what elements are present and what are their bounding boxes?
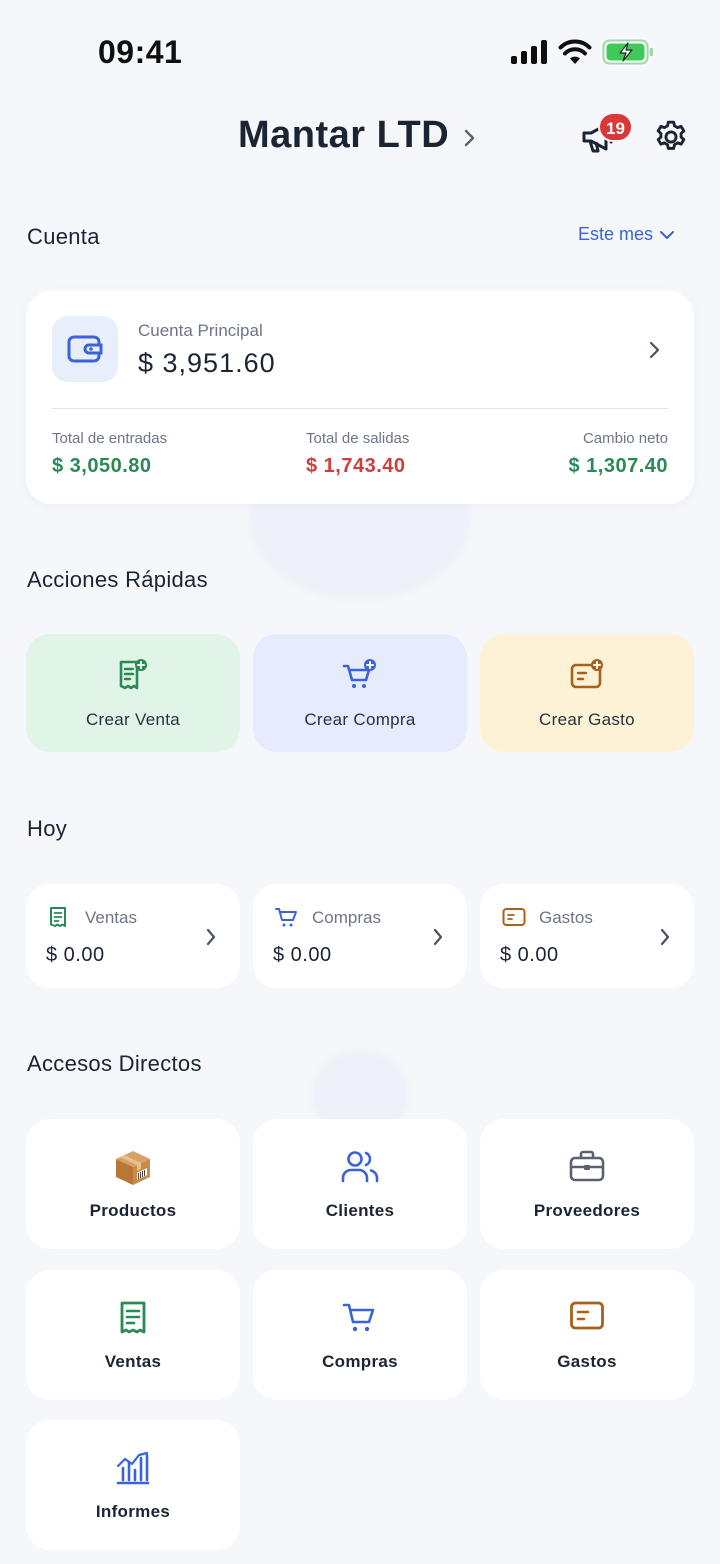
receipt-icon (120, 1301, 146, 1334)
shortcut-proveedores[interactable]: Proveedores (480, 1119, 694, 1249)
wifi-icon (558, 39, 592, 64)
section-title-accesos: Accesos Directos (27, 1051, 202, 1076)
chevron-right-icon (206, 928, 216, 946)
package-icon (116, 1151, 150, 1185)
shortcut-ventas-label: Ventas (104, 1352, 162, 1371)
status-bar: 09:41 (0, 0, 720, 100)
section-title-acciones: Acciones Rápidas (27, 567, 208, 592)
chart-icon (116, 1451, 150, 1485)
shortcut-proveedores-label: Proveedores (533, 1201, 641, 1220)
account-balance: $ 3,951.60 (138, 348, 276, 378)
receipt-icon (50, 907, 66, 927)
cellular-signal-icon (511, 40, 547, 64)
stat-value: $ 3,050.80 (52, 455, 152, 477)
today-sales-value: $ 0.00 (46, 944, 105, 966)
period-label: Este mes (578, 224, 654, 244)
notification-badge: 19 (598, 112, 633, 142)
shortcut-compras[interactable]: Compras (253, 1270, 467, 1400)
account-name: Cuenta Principal (138, 321, 263, 340)
receipt-plus-icon (119, 659, 147, 690)
shortcut-informes-label: Informes (95, 1502, 171, 1521)
shortcut-gastos[interactable]: Gastos (480, 1270, 694, 1400)
today-sales-label: Ventas (85, 908, 137, 927)
create-purchase-label: Crear Compra (304, 710, 416, 729)
account-card[interactable]: Cuenta Principal $ 3,951.60 Total de ent… (26, 290, 694, 504)
chevron-right-icon (433, 928, 443, 946)
today-expenses-label: Gastos (539, 908, 593, 927)
stat-label: Total de entradas (52, 430, 168, 447)
create-sale-label: Crear Venta (85, 710, 181, 729)
today-expenses-card[interactable]: Gastos $ 0.00 (480, 884, 694, 988)
create-purchase-button[interactable]: Crear Compra (253, 634, 467, 752)
today-purchases-value: $ 0.00 (273, 944, 332, 966)
create-expense-label: Crear Gasto (539, 710, 635, 729)
section-title-hoy: Hoy (27, 816, 68, 841)
company-name[interactable]: Mantar LTD (238, 114, 449, 157)
today-expenses-value: $ 0.00 (500, 944, 559, 966)
gear-icon[interactable] (652, 118, 690, 156)
shortcut-ventas[interactable]: Ventas (26, 1270, 240, 1400)
create-sale-button[interactable]: Crear Venta (26, 634, 240, 752)
cart-icon (342, 1303, 375, 1332)
today-purchases-card[interactable]: Compras $ 0.00 (253, 884, 467, 988)
home-screen: 09:41 Mantar LTD 19 Cuenta Este mes Cuen… (0, 0, 720, 1564)
stat-label: Total de salidas (306, 430, 410, 447)
stat-cambio-neto: Cambio neto $ 1,307.40 (568, 430, 668, 478)
chevron-right-icon (649, 341, 660, 359)
expense-plus-icon (570, 659, 603, 689)
battery-charging-icon (602, 39, 653, 65)
stat-total-entradas: Total de entradas $ 3,050.80 (52, 430, 167, 478)
shortcut-informes[interactable]: Informes (26, 1420, 240, 1550)
section-title-cuenta: Cuenta (27, 224, 100, 249)
wallet-icon (67, 335, 103, 363)
status-time: 09:41 (98, 34, 183, 70)
shortcut-compras-label: Compras (322, 1352, 398, 1371)
period-selector[interactable]: Este mes (578, 224, 675, 245)
wallet-icon-box (52, 316, 118, 382)
chevron-down-icon (660, 230, 675, 239)
chevron-right-icon[interactable] (460, 126, 480, 150)
stat-value: $ 1,307.40 (568, 455, 668, 477)
expense-icon (570, 1301, 604, 1330)
create-expense-button[interactable]: Crear Gasto (480, 634, 694, 752)
stat-total-salidas: Total de salidas $ 1,743.40 (306, 430, 409, 478)
today-sales-card[interactable]: Ventas $ 0.00 (26, 884, 240, 988)
shortcut-productos[interactable]: Productos (26, 1119, 240, 1249)
expense-icon (502, 908, 526, 926)
shortcut-clientes[interactable]: Clientes (253, 1119, 467, 1249)
divider (52, 408, 668, 409)
shortcut-gastos-label: Gastos (557, 1352, 617, 1371)
users-icon (341, 1151, 379, 1183)
stat-value: $ 1,743.40 (306, 455, 406, 477)
shortcut-clientes-label: Clientes (325, 1201, 395, 1220)
cart-icon (275, 908, 297, 927)
chevron-right-icon (660, 928, 670, 946)
cart-plus-icon (342, 659, 376, 688)
briefcase-icon (569, 1150, 605, 1182)
stat-label: Cambio neto (582, 430, 668, 447)
shortcut-productos-label: Productos (89, 1201, 177, 1220)
today-purchases-label: Compras (312, 908, 381, 927)
